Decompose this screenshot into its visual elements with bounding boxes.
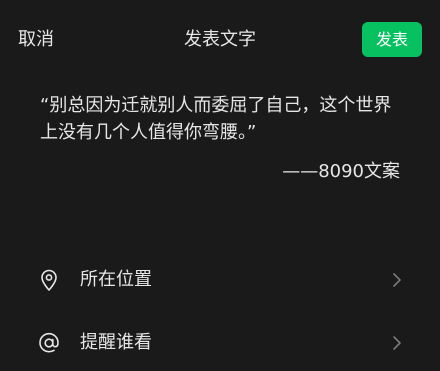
location-label: 所在位置	[80, 269, 152, 290]
mention-option[interactable]: 提醒谁看	[0, 315, 440, 371]
post-text-input[interactable]: “别总因为迁就别人而委屈了自己，这个世界上没有几个人值得你弯腰。”	[40, 92, 400, 146]
compose-text-page: 取消 发表文字 发表 “别总因为迁就别人而委屈了自己，这个世界上没有几个人值得你…	[0, 0, 440, 371]
post-attribution: ——8090文案	[282, 161, 400, 182]
chevron-right-icon	[393, 336, 401, 350]
chevron-right-icon	[393, 273, 401, 287]
location-pin-icon	[41, 269, 57, 291]
location-option[interactable]: 所在位置	[0, 252, 440, 308]
at-sign-icon	[39, 332, 59, 353]
mention-label: 提醒谁看	[80, 332, 152, 353]
header-bar: 取消 发表文字 发表	[0, 0, 440, 80]
publish-button[interactable]: 发表	[362, 22, 422, 57]
